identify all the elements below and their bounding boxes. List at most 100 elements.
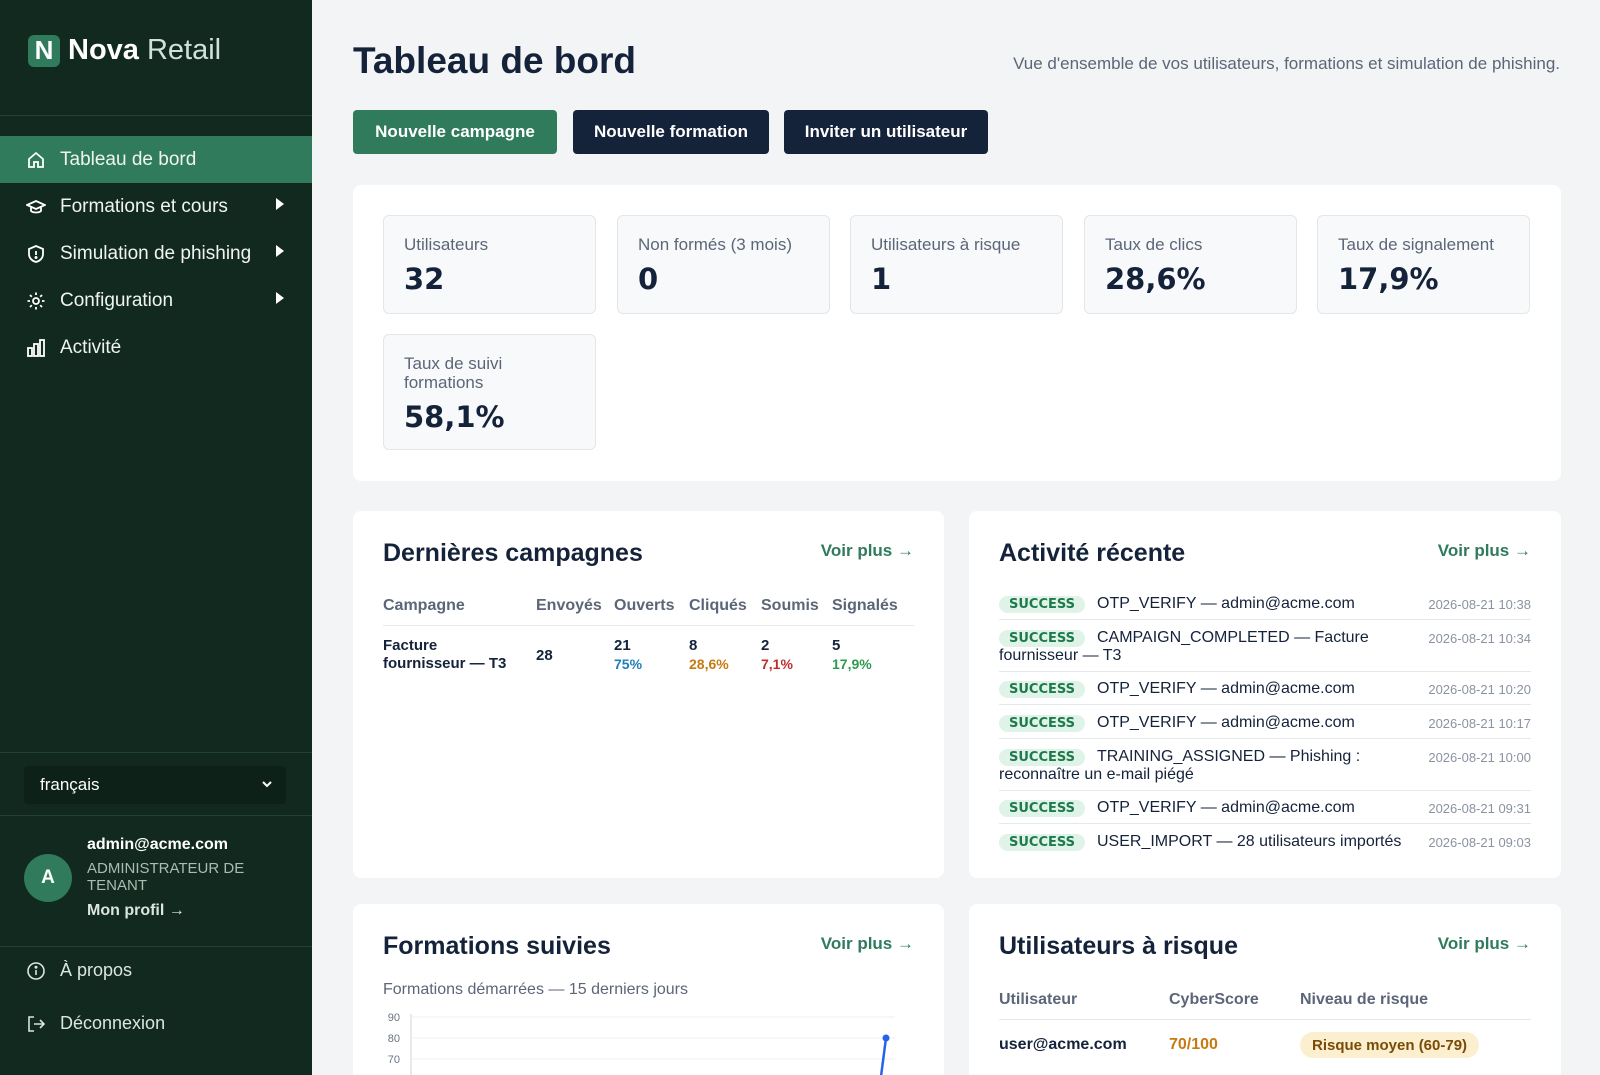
stat-users[interactable]: Utilisateurs 32 [383, 215, 596, 314]
activity-text: OTP_VERIFY — admin@acme.com [1097, 799, 1355, 816]
brand-logo: N [28, 34, 60, 67]
divider [999, 738, 1531, 739]
stat-risk-users[interactable]: Utilisateurs à risque 1 [850, 215, 1063, 314]
campaign-opened-pct: 75% [614, 656, 643, 672]
risk-user-email[interactable]: user@acme.com [999, 1036, 1127, 1054]
activity-more-link[interactable]: Voir plus → [1438, 541, 1531, 561]
col-campaign[interactable]: Campagne [383, 597, 465, 615]
divider [0, 815, 312, 816]
stat-click-rate[interactable]: Taux de clics 28,6% [1084, 215, 1297, 314]
page-title: Tableau de bord [353, 40, 637, 81]
status-badge: SUCCESS [999, 681, 1086, 698]
trainings-more-link[interactable]: Voir plus → [821, 934, 914, 954]
campaign-sent: 28 [536, 647, 553, 664]
card-title: Formations suivies [383, 932, 611, 960]
campaign-reported-pct: 17,9% [832, 656, 872, 672]
divider [999, 704, 1531, 705]
campaign-clicked: 8 [689, 637, 698, 654]
activity-time: 2026-08-21 10:00 [1428, 750, 1531, 765]
language-select-value: français [40, 775, 100, 794]
sidebar-nav: Tableau de bord Formations et cours Simu… [0, 136, 312, 371]
col-risk-level[interactable]: Niveau de risque [1300, 991, 1428, 1009]
card-title: Dernières campagnes [383, 539, 643, 567]
divider [999, 1019, 1531, 1020]
stat-report-rate[interactable]: Taux de signalement 17,9% [1317, 215, 1530, 314]
activity-text: OTP_VERIFY — admin@acme.com [1097, 680, 1355, 697]
logout-link[interactable]: Déconnexion [26, 1013, 165, 1034]
activity-text: OTP_VERIFY — admin@acme.com [1097, 714, 1355, 731]
activity-text: TRAINING_ASSIGNED — Phishing : reconnaît… [999, 748, 1361, 783]
divider [999, 823, 1531, 824]
sidebar-item-phishing[interactable]: Simulation de phishing [0, 230, 312, 277]
sidebar-item-trainings[interactable]: Formations et cours [0, 183, 312, 230]
sidebar-item-label: Configuration [60, 289, 174, 311]
campaign-submitted: 2 [761, 637, 770, 654]
y-tick-label: 70 [388, 1054, 400, 1066]
new-training-button[interactable]: Nouvelle formation [573, 110, 769, 154]
profile-link[interactable]: Mon profil → [87, 902, 185, 920]
info-icon [26, 961, 46, 981]
status-badge: SUCCESS [999, 596, 1086, 613]
activity-time: 2026-08-21 10:34 [1428, 631, 1531, 646]
stats-card: Utilisateurs 32 Non formés (3 mois) 0 Ut… [353, 185, 1561, 481]
activity-time: 2026-08-21 10:38 [1428, 597, 1531, 612]
divider [999, 790, 1531, 791]
risk-user-score: 70/100 [1169, 1036, 1218, 1053]
campaign-opened: 21 [614, 637, 631, 654]
chart-subtitle: Formations démarrées — 15 derniers jours [383, 981, 689, 998]
about-link[interactable]: À propos [26, 960, 132, 981]
col-clicked[interactable]: Cliqués [689, 597, 747, 615]
brand[interactable]: N Nova Retail [28, 34, 221, 67]
invite-user-button[interactable]: Inviter un utilisateur [784, 110, 988, 154]
status-badge: SUCCESS [999, 800, 1086, 817]
caret-right-icon [276, 198, 284, 210]
data-point [882, 1034, 890, 1042]
col-opened[interactable]: Ouverts [614, 597, 674, 615]
col-cyberscore[interactable]: CyberScore [1169, 991, 1259, 1009]
card-title: Activité récente [999, 539, 1186, 567]
campaign-clicked-pct: 28,6% [689, 656, 729, 672]
campaign-name[interactable]: Facture fournisseur — T3 [383, 637, 523, 673]
stat-untrained[interactable]: Non formés (3 mois) 0 [617, 215, 830, 314]
campaigns-card: Dernières campagnes Voir plus → Campagne… [353, 511, 944, 878]
divider [0, 946, 312, 947]
y-tick-label: 90 [388, 1012, 400, 1024]
avatar: A [24, 854, 72, 902]
page-subtitle: Vue d'ensemble de vos utilisateurs, form… [1013, 54, 1560, 73]
divider [0, 115, 312, 116]
col-user[interactable]: Utilisateur [999, 991, 1077, 1009]
brand-name: Nova Retail [68, 34, 222, 66]
user-role: ADMINISTRATEUR DE TENANT [87, 860, 245, 894]
trainings-card: Formations suivies Voir plus → Formation… [353, 904, 944, 1075]
stat-training-rate[interactable]: Taux de suivi formations 58,1% [383, 334, 596, 450]
sidebar-item-configuration[interactable]: Configuration [0, 277, 312, 324]
sidebar-item-dashboard[interactable]: Tableau de bord [0, 136, 312, 183]
campaign-submitted-pct: 7,1% [761, 656, 793, 672]
divider [383, 625, 914, 626]
divider [0, 752, 312, 753]
trainings-line-chart: 90 80 70 [388, 1012, 895, 1075]
activity-text: CAMPAIGN_COMPLETED — Facture fournisseur… [999, 629, 1369, 664]
graduation-cap-icon [26, 197, 46, 217]
sidebar-item-label: Tableau de bord [60, 148, 197, 170]
logout-icon [26, 1014, 46, 1034]
card-title: Utilisateurs à risque [999, 932, 1238, 960]
language-select[interactable]: français [24, 766, 286, 804]
sidebar-item-label: Simulation de phishing [60, 242, 252, 264]
activity-time: 2026-08-21 10:20 [1428, 682, 1531, 697]
campaigns-more-link[interactable]: Voir plus → [821, 541, 914, 561]
user-email: admin@acme.com [87, 836, 228, 853]
status-badge: SUCCESS [999, 715, 1086, 732]
activity-text: USER_IMPORT — 28 utilisateurs importés [1097, 833, 1402, 850]
col-reported[interactable]: Signalés [832, 597, 898, 615]
sidebar-item-label: Formations et cours [60, 195, 228, 217]
sidebar-item-activity[interactable]: Activité [0, 324, 312, 371]
risk-users-card: Utilisateurs à risque Voir plus → Utilis… [969, 904, 1561, 1075]
divider [999, 671, 1531, 672]
new-campaign-button[interactable]: Nouvelle campagne [353, 110, 557, 154]
col-sent[interactable]: Envoyés [536, 597, 602, 615]
gear-icon [26, 291, 46, 311]
col-submitted[interactable]: Soumis [761, 597, 819, 615]
home-icon [26, 150, 46, 170]
risk-users-more-link[interactable]: Voir plus → [1438, 934, 1531, 954]
